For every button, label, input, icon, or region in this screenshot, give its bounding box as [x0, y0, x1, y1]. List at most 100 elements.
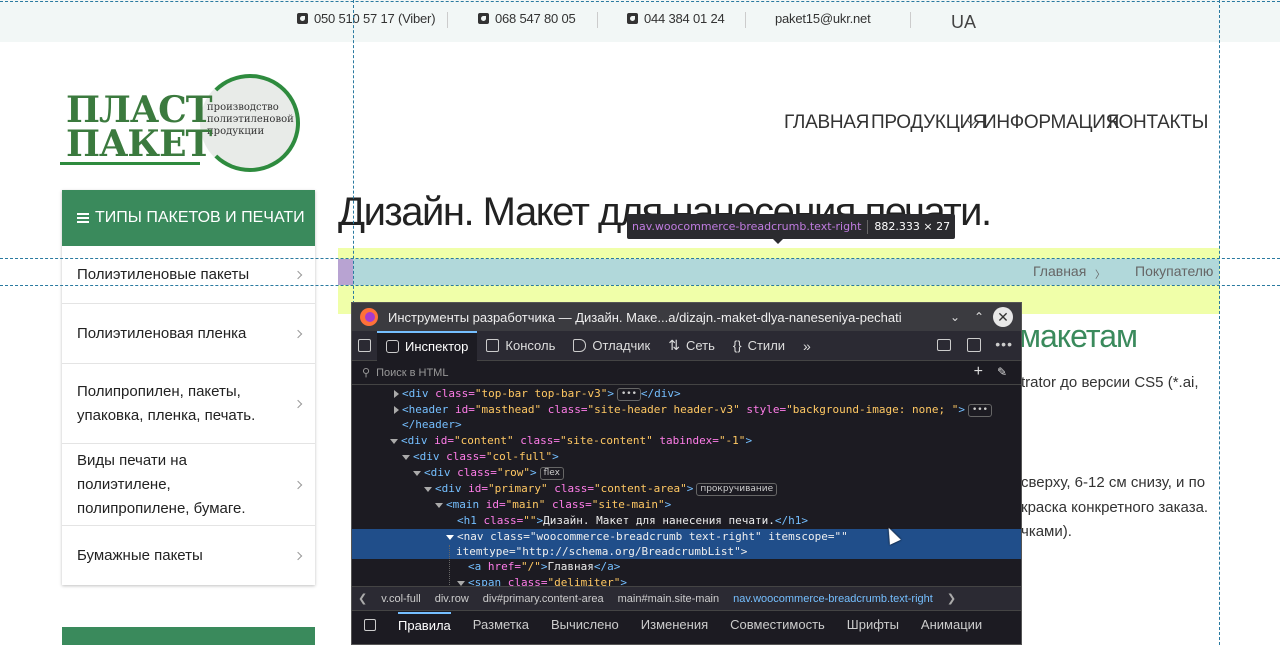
email-link[interactable]: paket15@ukr.net — [775, 11, 871, 26]
logo-word-2: ПАКЕТ — [66, 123, 212, 165]
tab-layout[interactable]: Разметка — [473, 617, 529, 632]
devtools-window: Инструменты разработчика — Дизайн. Маке.… — [351, 302, 1022, 645]
minimize-icon[interactable]: ⌄ — [947, 309, 963, 325]
search-input[interactable]: Поиск в HTML — [376, 367, 448, 379]
site-logo[interactable]: производство полиэтиленовой продукции ПЛ… — [60, 72, 305, 174]
crumb-item[interactable]: div.row — [435, 593, 469, 605]
ellipsis-badge[interactable]: ••• — [967, 403, 992, 417]
expand-icon[interactable] — [394, 406, 399, 414]
markup-line-selected[interactable]: <nav class="woocommerce-breadcrumb text-… — [352, 529, 1021, 559]
tab-computed[interactable]: Вычислено — [551, 617, 619, 632]
collapse-icon[interactable] — [390, 438, 398, 444]
breadcrumb-home-link[interactable]: Главная — [1033, 263, 1086, 279]
collapse-icon[interactable] — [402, 454, 410, 460]
responsive-mode-icon[interactable] — [937, 339, 951, 351]
collapse-icon[interactable] — [413, 470, 421, 476]
close-icon[interactable]: ✕ — [993, 307, 1013, 327]
tab-rules[interactable]: Правила — [398, 612, 451, 633]
devtools-titlebar[interactable]: Инструменты разработчика — Дизайн. Маке.… — [352, 303, 1021, 331]
logo-underline — [60, 162, 200, 165]
flex-badge[interactable]: flex — [539, 466, 564, 480]
sidebar-header[interactable]: ТИПЫ ПАКЕТОВ И ПЕЧАТИ — [62, 190, 315, 246]
divider — [597, 12, 598, 28]
tab-animations[interactable]: Анимации — [921, 617, 982, 632]
collapse-icon[interactable] — [435, 502, 443, 508]
firefox-icon — [360, 308, 378, 326]
tooltip-selector: nav.woocommerce-breadcrumb.text-right — [632, 220, 862, 233]
scroll-badge[interactable]: прокручивание — [696, 482, 778, 496]
body-text: trator до версии CS5 (*.ai, — [1021, 374, 1199, 391]
nav-home[interactable]: ГЛАВНАЯ — [784, 112, 869, 134]
tab-debugger[interactable]: Отладчик — [564, 331, 659, 361]
tab-changes[interactable]: Изменения — [641, 617, 708, 632]
markup-line[interactable]: <span class="delimiter"> — [352, 575, 1021, 586]
collapse-icon[interactable] — [457, 580, 465, 586]
tab-console[interactable]: Консоль — [477, 331, 564, 361]
pick-element-icon[interactable] — [352, 331, 377, 361]
sidebar-item-plastic-film[interactable]: Полиэтиленовая пленка — [62, 304, 315, 364]
more-options-icon[interactable]: ••• — [995, 336, 1013, 352]
sidebar-item-paper-bags[interactable]: Бумажные пакеты — [62, 526, 315, 585]
crumb-scroll-right-icon[interactable]: ❯ — [947, 592, 956, 605]
tab-fonts[interactable]: Шрифты — [847, 617, 899, 632]
markup-line[interactable]: <a href="/">Главная</a> — [352, 559, 1021, 575]
phone-icon — [297, 13, 308, 24]
html-search[interactable]: ⚲ Поиск в HTML + ✎ — [352, 361, 1021, 385]
tab-inspector[interactable]: Инспектор — [377, 330, 478, 361]
nav-contacts[interactable]: КОНТАКТЫ — [1108, 112, 1208, 134]
menu-icon — [77, 213, 89, 223]
selected-line-1: <nav class="woocommerce-breadcrumb text-… — [446, 529, 1021, 544]
collapse-icon[interactable] — [446, 534, 454, 540]
markup-line[interactable]: <h1 class="">Дизайн. Макет для нанесения… — [352, 513, 1021, 529]
more-tabs-icon[interactable]: » — [794, 331, 820, 361]
guide-line — [0, 258, 1280, 259]
add-node-icon[interactable]: + — [974, 363, 983, 381]
markup-line[interactable]: <div class="row"> flex — [352, 465, 1021, 481]
element-highlight-padding — [338, 259, 353, 285]
tab-network[interactable]: ⇅ Сеть — [659, 331, 724, 361]
crumb-item[interactable]: v.col-full — [381, 593, 421, 605]
markup-line[interactable]: <div class="col-full"> — [352, 449, 1021, 465]
phone-contact-1[interactable]: 050 510 57 17 (Viber) — [297, 11, 436, 26]
devtools-toolbar: Инспектор Консоль Отладчик ⇅ Сеть {} Стили… — [352, 330, 1021, 361]
guide-line — [0, 285, 1280, 286]
eyedropper-icon[interactable]: ✎ — [997, 365, 1007, 379]
crumb-item[interactable]: div#primary.content-area — [483, 593, 604, 605]
dock-icon[interactable] — [967, 338, 981, 352]
divider — [910, 12, 911, 28]
sidebar-item-polypropylene[interactable]: Полипропилен, пакеты, упаковка, пленка, … — [62, 364, 315, 444]
phone-contact-3[interactable]: 044 384 01 24 — [627, 11, 725, 26]
sidebar-item-plastic-bags[interactable]: Полиэтиленовые пакеты — [62, 246, 315, 304]
collapse-icon[interactable] — [424, 486, 432, 492]
guide-line — [0, 1, 1280, 2]
ellipsis-badge[interactable]: ••• — [616, 387, 641, 401]
chevron-right-icon — [293, 480, 303, 489]
chevron-right-icon — [293, 399, 303, 408]
sidebar-second-widget-header — [62, 627, 315, 645]
nav-info[interactable]: ИНФОРМАЦИЯ — [983, 112, 1119, 134]
toggle-sidebar-icon[interactable] — [364, 618, 376, 631]
section-heading: макетам — [1019, 318, 1138, 354]
language-switch[interactable]: UA — [951, 12, 976, 33]
breadcrumb-customer-link[interactable]: Покупателю — [1135, 263, 1213, 279]
markup-line[interactable]: <div id="content" class="site-content" t… — [352, 433, 1021, 449]
crumb-item-current[interactable]: nav.woocommerce-breadcrumb.text-right — [733, 593, 933, 605]
tab-styles[interactable]: {} Стили — [724, 331, 794, 361]
tab-compatibility[interactable]: Совместимость — [730, 617, 825, 632]
tooltip-size: 882.333 × 27 — [874, 220, 951, 233]
markup-line[interactable]: <main id="main" class="site-main"> — [352, 497, 1021, 513]
maximize-icon[interactable]: ⌃ — [971, 309, 987, 325]
markup-line[interactable]: <header id="masthead" class="site-header… — [352, 402, 1021, 418]
crumb-scroll-left-icon[interactable]: ❮ — [358, 592, 367, 605]
crumb-item[interactable]: main#main.site-main — [618, 593, 719, 605]
element-highlight-content — [353, 259, 1219, 285]
sidebar-item-print-types[interactable]: Виды печати на полиэтилене, полипропилен… — [62, 444, 315, 526]
double-chevron-glyph: » — [803, 337, 811, 354]
phone-contact-2[interactable]: 068 547 80 05 — [478, 11, 576, 26]
top-bar: 050 510 57 17 (Viber) 068 547 80 05 044 … — [0, 0, 1280, 42]
markup-line[interactable]: <div class="top-bar top-bar-v3"> ••• </div… — [352, 386, 1021, 402]
chevron-right-icon — [293, 329, 303, 338]
expand-icon[interactable] — [394, 390, 399, 398]
markup-line[interactable]: <div id="primary" class="content-area"> п… — [352, 481, 1021, 497]
markup-line[interactable]: </header> — [352, 417, 1021, 433]
